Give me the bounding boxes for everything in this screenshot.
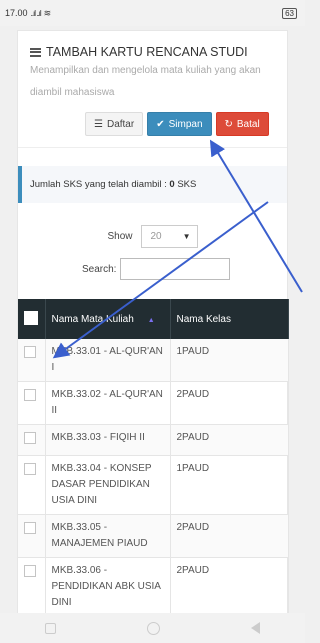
course-cell: MKB.33.01 - AL-QUR'AN I	[45, 339, 171, 382]
header-course-name[interactable]: Nama Mata Kuliah ▲	[45, 299, 171, 339]
course-cell: MKB.33.05 - MANAJEMEN PIAUD	[45, 514, 171, 558]
course-table: Nama Mata Kuliah ▲ Nama Kelas MKB.33.01 -…	[18, 299, 289, 613]
daftar-label: Daftar	[106, 118, 135, 130]
simpan-label: Simpan	[168, 118, 203, 130]
row-checkbox[interactable]	[24, 389, 36, 401]
select-all-checkbox[interactable]	[24, 310, 38, 325]
class-cell: 1PAUD	[170, 455, 289, 515]
status-bar: 17.00 ..ıl ..ıl ≋ 63	[0, 0, 305, 26]
check-icon: ✔	[156, 118, 165, 130]
batal-button[interactable]: ↻ Batal	[215, 112, 269, 136]
android-nav-bar	[0, 613, 305, 643]
recent-apps-icon[interactable]	[45, 622, 57, 634]
table-row: MKB.33.06 - PENDIDIKAN ABK USIA DINI 2PA…	[18, 557, 289, 613]
course-cell: MKB.33.06 - PENDIDIKAN ABK USIA DINI	[45, 557, 171, 613]
battery-icon: 63	[282, 7, 297, 19]
table-row: MKB.33.04 - KONSEP DASAR PENDIDIKAN USIA…	[18, 455, 289, 515]
row-checkbox[interactable]	[24, 565, 36, 577]
table-row: MKB.33.01 - AL-QUR'AN I 1PAUD	[18, 339, 289, 382]
header-class-name[interactable]: Nama Kelas	[170, 299, 289, 339]
krs-card: TAMBAH KARTU RENCANA STUDI Menampilkan d…	[17, 30, 289, 613]
sks-unit: SKS	[174, 179, 197, 190]
page-size-select[interactable]: 20 ▼	[140, 225, 198, 248]
row-checkbox[interactable]	[24, 463, 36, 475]
action-buttons: ☰ Daftar ✔ Simpan ↻ Batal	[85, 112, 277, 136]
refresh-icon: ↻	[224, 118, 233, 130]
table-header-row: Nama Mata Kuliah ▲ Nama Kelas	[18, 299, 289, 339]
course-cell: MKB.33.03 - FIQIH II	[45, 424, 171, 456]
card-header: TAMBAH KARTU RENCANA STUDI Menampilkan d…	[18, 31, 287, 136]
daftar-button[interactable]: ☰ Daftar	[85, 112, 144, 136]
table-row: MKB.33.05 - MANAJEMEN PIAUD 2PAUD	[18, 514, 289, 558]
row-checkbox[interactable]	[24, 432, 36, 444]
course-cell: MKB.33.04 - KONSEP DASAR PENDIDIKAN USIA…	[45, 455, 171, 515]
list-icon: ☰	[94, 118, 103, 130]
search-label: Search:	[82, 263, 117, 275]
table-controls: Show 20 ▼ Search:	[18, 225, 287, 280]
page-size-value: 20	[150, 231, 162, 242]
class-cell: 2PAUD	[170, 514, 289, 558]
divider	[18, 147, 287, 148]
class-cell: 2PAUD	[170, 424, 289, 456]
select-all-header	[18, 299, 46, 339]
sks-callout: Jumlah SKS yang telah diambil : 0 SKS	[18, 166, 287, 203]
search-row: Search:	[82, 258, 287, 280]
page-title-row: TAMBAH KARTU RENCANA STUDI	[30, 45, 277, 59]
class-cell: 1PAUD	[170, 339, 289, 382]
class-cell: 2PAUD	[170, 381, 289, 425]
page-content[interactable]: TAMBAH KARTU RENCANA STUDI Menampilkan d…	[0, 26, 305, 613]
status-left: 17.00 ..ıl ..ıl ≋	[5, 8, 51, 19]
header-class-name-label: Nama Kelas	[176, 313, 231, 325]
chevron-down-icon: ▼	[182, 232, 191, 241]
table-row: MKB.33.03 - FIQIH II 2PAUD	[18, 424, 289, 456]
search-input[interactable]	[120, 258, 231, 280]
header-course-name-label: Nama Mata Kuliah	[51, 313, 134, 325]
page-title: TAMBAH KARTU RENCANA STUDI	[46, 45, 248, 59]
wifi-icon: ≋	[43, 7, 52, 18]
show-entries: Show 20 ▼	[18, 225, 287, 248]
simpan-button[interactable]: ✔ Simpan	[147, 112, 212, 136]
batal-label: Batal	[236, 118, 260, 130]
class-cell: 2PAUD	[170, 557, 289, 613]
row-checkbox[interactable]	[24, 522, 36, 534]
show-label: Show	[107, 231, 133, 242]
page-subtitle: Menampilkan dan mengelola mata kuliah ya…	[30, 65, 261, 98]
row-checkbox[interactable]	[24, 346, 36, 358]
sks-label: Jumlah SKS yang telah diambil :	[30, 179, 170, 190]
list-icon	[30, 47, 41, 57]
signal-icon: ..ıl ..ıl	[30, 8, 42, 18]
home-icon[interactable]	[146, 621, 160, 635]
back-icon[interactable]	[250, 622, 260, 634]
course-cell: MKB.33.02 - AL-QUR'AN II	[45, 381, 171, 425]
status-time: 17.00	[5, 8, 28, 18]
table-row: MKB.33.02 - AL-QUR'AN II 2PAUD	[18, 381, 289, 425]
sort-asc-icon: ▲	[147, 316, 155, 324]
